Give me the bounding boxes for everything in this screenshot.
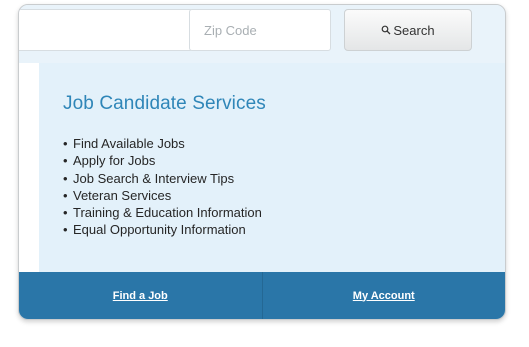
keyword-input[interactable]	[19, 9, 193, 51]
screenshot-frame: Search Job Candidate Services •Find Avai…	[0, 0, 529, 347]
list-item: • Apply for Jobs	[63, 153, 156, 169]
list-item: • Training & Education Information	[63, 205, 262, 221]
footer-cell-find-job: Find a Job	[19, 272, 263, 319]
search-button-label: Search	[393, 22, 435, 38]
list-item: • Equal Opportunity Information	[63, 222, 246, 238]
job-services-card: Search Job Candidate Services •Find Avai…	[18, 4, 506, 320]
find-a-job-link[interactable]: Find a Job	[113, 290, 168, 302]
footer-bar: Find a Job My Account	[19, 272, 505, 319]
search-row: Search	[19, 5, 505, 63]
section-title: Job Candidate Services	[63, 93, 266, 114]
list-item: • Job Search & Interview Tips	[63, 170, 235, 186]
my-account-link[interactable]: My Account	[353, 290, 415, 302]
zip-code-input[interactable]	[189, 9, 331, 51]
search-button[interactable]: Search	[344, 9, 472, 51]
footer-cell-my-account: My Account	[263, 272, 506, 319]
list-item: • Veteran Services	[63, 187, 172, 203]
search-icon	[381, 25, 391, 35]
services-list: • Find Available Jobs • Apply for Jobs • Jo…	[63, 135, 262, 239]
list-item: • Find Available Jobs	[63, 136, 185, 151]
left-edge-strip	[19, 63, 39, 273]
